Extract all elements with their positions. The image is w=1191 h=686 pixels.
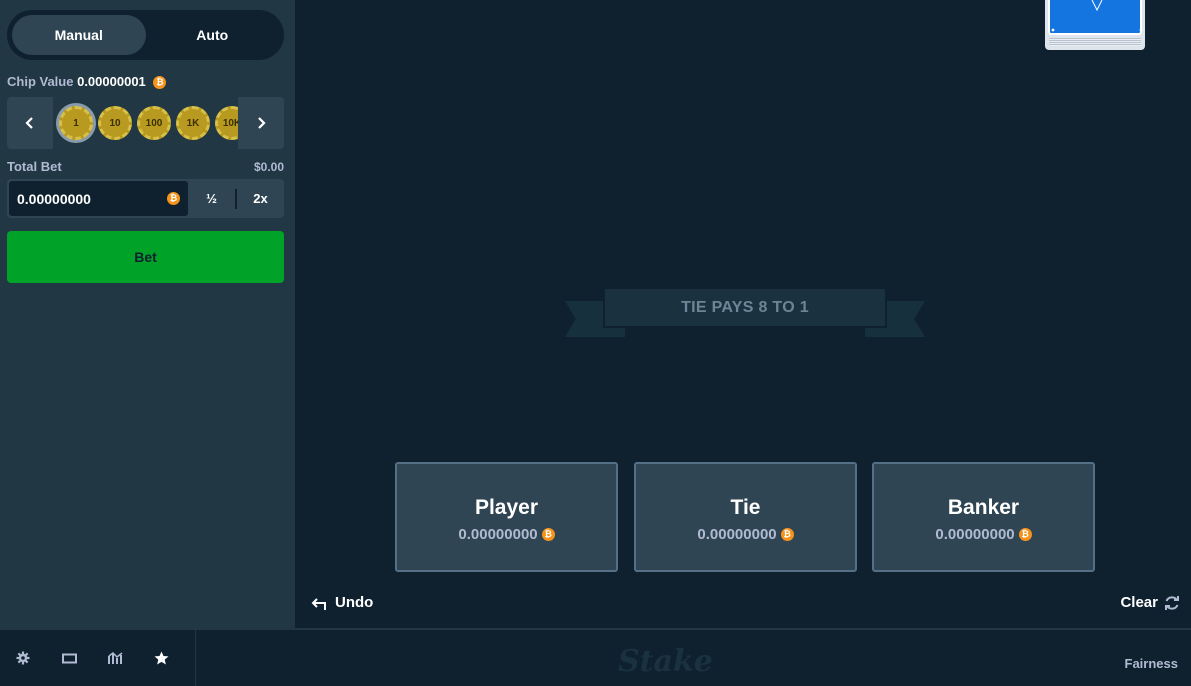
tie-pays-banner: TIE PAYS 8 TO 1 — [565, 287, 925, 339]
clear-button[interactable]: Clear — [1120, 594, 1180, 611]
chip-1k[interactable]: 1K — [176, 106, 210, 140]
half-bet-button[interactable]: ½ — [188, 179, 235, 218]
chip-track: 1 10 100 1K 10K — [53, 97, 238, 149]
player-amount: 0.00000000 — [458, 525, 538, 543]
chevron-left-icon — [25, 117, 33, 129]
stats-icon — [107, 652, 122, 664]
bet-amount-input[interactable] — [17, 190, 137, 207]
card-shoe — [1045, 0, 1145, 50]
chip-value-label: Chip Value — [7, 74, 74, 89]
refresh-icon — [1165, 595, 1179, 610]
tie-amount: 0.00000000 — [697, 525, 777, 543]
chip-prev-button[interactable] — [7, 97, 53, 149]
gear-icon — [16, 651, 30, 665]
mode-toggle: Manual Auto — [7, 10, 284, 60]
total-bet-label: Total Bet — [7, 159, 62, 174]
card-logo-icon — [1051, 0, 1143, 32]
tie-label: Tie — [730, 495, 761, 519]
chip-10[interactable]: 10 — [98, 106, 132, 140]
bet-amount-field: ₿ — [9, 181, 188, 216]
fairness-link[interactable]: Fairness — [1125, 656, 1178, 671]
undo-icon — [311, 597, 326, 610]
chip-value: 0.00000001 — [77, 74, 146, 89]
bitcoin-icon: ₿ — [167, 192, 180, 205]
clear-label: Clear — [1120, 594, 1158, 611]
screen-icon — [61, 653, 77, 663]
player-bet-area[interactable]: Player 0.00000000 ₿ — [395, 462, 618, 572]
bet-amount-row: ₿ ½ 2x — [7, 179, 284, 218]
banner-text: TIE PAYS 8 TO 1 — [603, 287, 887, 328]
footer-icon-group — [0, 630, 196, 686]
chevron-right-icon — [258, 117, 266, 129]
player-label: Player — [474, 495, 539, 519]
chip-value-group: Chip Value 0.00000001 ₿ — [7, 74, 167, 90]
double-bet-button[interactable]: 2x — [237, 179, 284, 218]
live-stats-button[interactable] — [92, 630, 138, 686]
banker-amount-row: 0.00000000 ₿ — [935, 525, 1032, 543]
bet-button[interactable]: Bet — [7, 231, 284, 283]
bitcoin-icon: ₿ — [1018, 527, 1032, 541]
undo-button[interactable]: Undo — [311, 594, 373, 611]
banker-bet-area[interactable]: Banker 0.00000000 ₿ — [872, 462, 1095, 572]
card-back — [1048, 0, 1143, 35]
total-bet-usd: $0.00 — [253, 159, 284, 174]
undo-label: Undo — [335, 594, 374, 611]
star-icon — [154, 651, 168, 665]
bet-sidebar: Manual Auto Chip Value 0.00000001 ₿ 1 10… — [0, 0, 295, 628]
card-stack — [1049, 38, 1141, 46]
banker-amount: 0.00000000 — [935, 525, 1015, 543]
chip-selector: 1 10 100 1K 10K — [7, 97, 284, 149]
tie-amount-row: 0.00000000 ₿ — [697, 525, 794, 543]
bitcoin-icon: ₿ — [780, 527, 794, 541]
favourite-button[interactable] — [138, 630, 184, 686]
tab-manual[interactable]: Manual — [12, 15, 146, 55]
tab-auto[interactable]: Auto — [146, 15, 280, 55]
settings-button[interactable] — [0, 630, 46, 686]
banker-label: Banker — [947, 495, 1020, 519]
chip-value-row: Chip Value 0.00000001 ₿ — [7, 74, 284, 90]
chip-10k[interactable]: 10K — [215, 106, 238, 140]
bitcoin-icon: ₿ — [541, 527, 555, 541]
theatre-mode-button[interactable] — [46, 630, 92, 686]
stake-logo: Stake — [618, 644, 713, 679]
bitcoin-icon: ₿ — [153, 76, 167, 90]
chip-100[interactable]: 100 — [137, 106, 171, 140]
chip-next-button[interactable] — [238, 97, 284, 149]
chip-1[interactable]: 1 — [59, 106, 93, 140]
player-amount-row: 0.00000000 ₿ — [458, 525, 555, 543]
total-bet-row: Total Bet $0.00 — [7, 159, 284, 174]
tie-bet-area[interactable]: Tie 0.00000000 ₿ — [634, 462, 857, 572]
footer-bar: Stake Fairness — [0, 628, 1191, 686]
